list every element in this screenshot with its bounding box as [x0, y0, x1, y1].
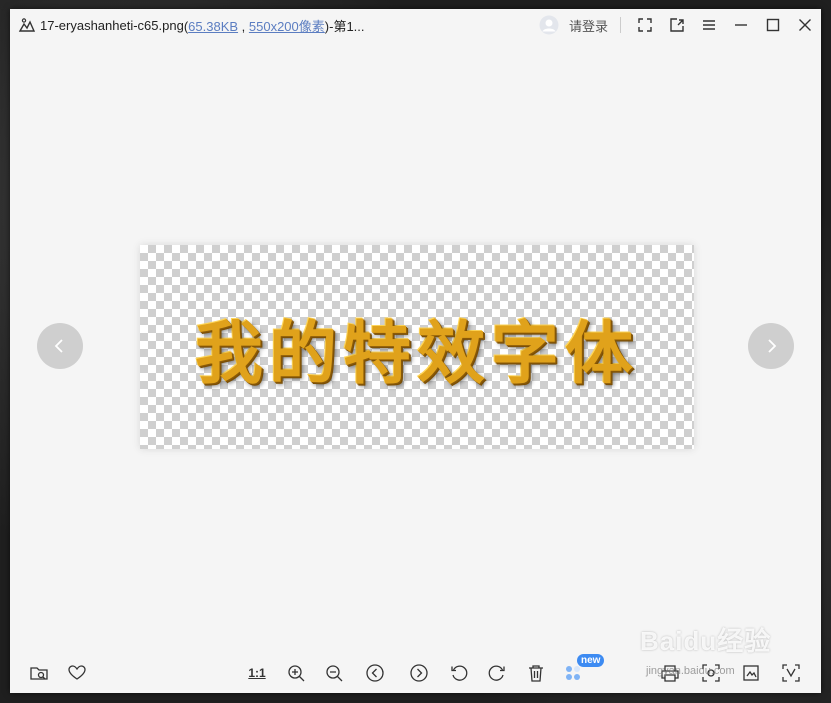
crop-button[interactable] [778, 660, 804, 686]
image-viewer-window: 17-eryashanheti-c65.png (65.38KB , 550x2… [10, 9, 821, 693]
circle-chevron-left-icon [366, 664, 384, 682]
trash-icon [529, 665, 543, 682]
zoom-out-icon [326, 665, 343, 682]
image-effect-text: 我的特效字体 [194, 313, 639, 394]
chevron-left-icon [54, 339, 63, 353]
hamburger-menu-icon [703, 20, 715, 30]
title-info: 17-eryashanheti-c65.png (65.38KB , 550x2… [18, 16, 365, 35]
dimensions-link[interactable]: 550x200像素 [249, 19, 325, 34]
delete-button[interactable] [523, 660, 549, 686]
title-separator [620, 17, 621, 33]
heart-icon [68, 665, 86, 680]
edit-image-button[interactable] [738, 660, 764, 686]
close-icon [799, 19, 811, 31]
user-avatar-icon [539, 15, 559, 35]
crop-icon [782, 664, 800, 682]
menu-button[interactable] [693, 9, 725, 41]
previous-button[interactable] [362, 660, 388, 686]
zoom-in-button[interactable] [283, 660, 309, 686]
file-name: 17-eryashanheti-c65.png [40, 17, 184, 33]
login-label: 请登录 [568, 18, 608, 34]
file-size-link[interactable]: 65.38KB [188, 19, 238, 34]
title-bar: 17-eryashanheti-c65.png (65.38KB , 550x2… [10, 9, 821, 41]
circle-chevron-right-icon [410, 664, 428, 682]
image-app-icon [18, 18, 36, 32]
baidu-watermark: Baidu经验 [640, 626, 772, 656]
rotate-right-icon [488, 665, 505, 681]
next-image-button[interactable] [748, 323, 794, 369]
page-info: -第1... [329, 18, 365, 34]
fullscreen-icon [638, 18, 652, 32]
rotate-left-icon [451, 665, 468, 681]
title-controls: 请登录 [539, 9, 821, 41]
fullscreen-button[interactable] [629, 9, 661, 41]
maximize-icon [766, 18, 780, 32]
edit-image-icon [743, 665, 759, 681]
maximize-button[interactable] [757, 9, 789, 41]
minimize-button[interactable] [725, 9, 757, 41]
rotate-right-button[interactable] [484, 660, 510, 686]
share-button[interactable] [661, 9, 693, 41]
watermark-url: jingyan.baidu.com [646, 665, 735, 677]
new-badge: new [577, 654, 605, 667]
zoom-in-icon [288, 665, 305, 682]
folder-icon [30, 667, 48, 680]
zoom-out-button[interactable] [321, 660, 347, 686]
minimize-icon [735, 24, 747, 26]
favorite-button[interactable] [64, 660, 90, 686]
file-meta: (65.38KB , 550x200像素) [184, 16, 329, 35]
login-button[interactable]: 请登录 [539, 15, 608, 35]
rotate-left-button[interactable] [446, 660, 472, 686]
next-button[interactable] [406, 660, 432, 686]
open-folder-button[interactable] [26, 660, 52, 686]
meta-separator: , [238, 18, 249, 34]
close-button[interactable] [789, 9, 821, 41]
actual-size-label: 1:1 [248, 666, 266, 680]
actual-size-button[interactable]: 1:1 [244, 660, 270, 686]
share-icon [670, 18, 684, 32]
previous-image-button[interactable] [37, 323, 83, 369]
chevron-right-icon [768, 339, 777, 353]
image-canvas[interactable]: 我的特效字体 [140, 245, 694, 449]
